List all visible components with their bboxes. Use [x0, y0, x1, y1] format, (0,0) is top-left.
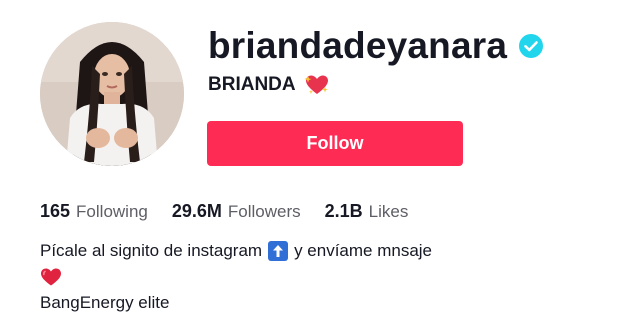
likes-count: 2.1B [324, 200, 363, 221]
follow-button[interactable]: Follow [207, 121, 463, 166]
following-label: Following [76, 201, 148, 221]
verified-badge-icon [519, 34, 544, 58]
profile-avatar[interactable] [40, 22, 184, 166]
profile-stats: 165 Following 29.6M Followers 2.1B Likes [40, 198, 432, 224]
username-row: briandadeyanara [208, 24, 544, 68]
bio-line-3: BangEnergy elite [40, 290, 432, 316]
avatar-image [40, 22, 184, 166]
bio-line-2 [40, 264, 432, 290]
nickname: BRIANDA [208, 74, 296, 95]
followers-label: Followers [227, 201, 301, 221]
sparkling-heart-icon [304, 73, 330, 97]
likes-label: Likes [368, 201, 409, 221]
bio-line-1: Pícale al signito de instagram y envíame… [40, 238, 432, 264]
username: briandadeyanara [208, 25, 508, 66]
followers-stat[interactable]: 29.6M Followers [172, 201, 301, 222]
bio-text-1: Pícale al signito de instagram [40, 241, 263, 260]
bio-text-3: BangEnergy elite [40, 293, 170, 312]
up-arrow-icon [268, 241, 289, 261]
nickname-row: BRIANDA [208, 71, 330, 99]
profile-bio: Pícale al signito de instagram y envíame… [40, 238, 432, 316]
following-count: 165 [40, 200, 71, 221]
bio-text-2: y envíame mnsaje [294, 241, 433, 260]
profile-header: briandadeyanara BRIANDA Follow 165 Follo… [0, 0, 618, 321]
following-stat[interactable]: 165 Following [40, 201, 148, 222]
likes-stat: 2.1B Likes [325, 201, 409, 222]
followers-count: 29.6M [171, 200, 222, 221]
red-heart-icon [40, 267, 62, 287]
